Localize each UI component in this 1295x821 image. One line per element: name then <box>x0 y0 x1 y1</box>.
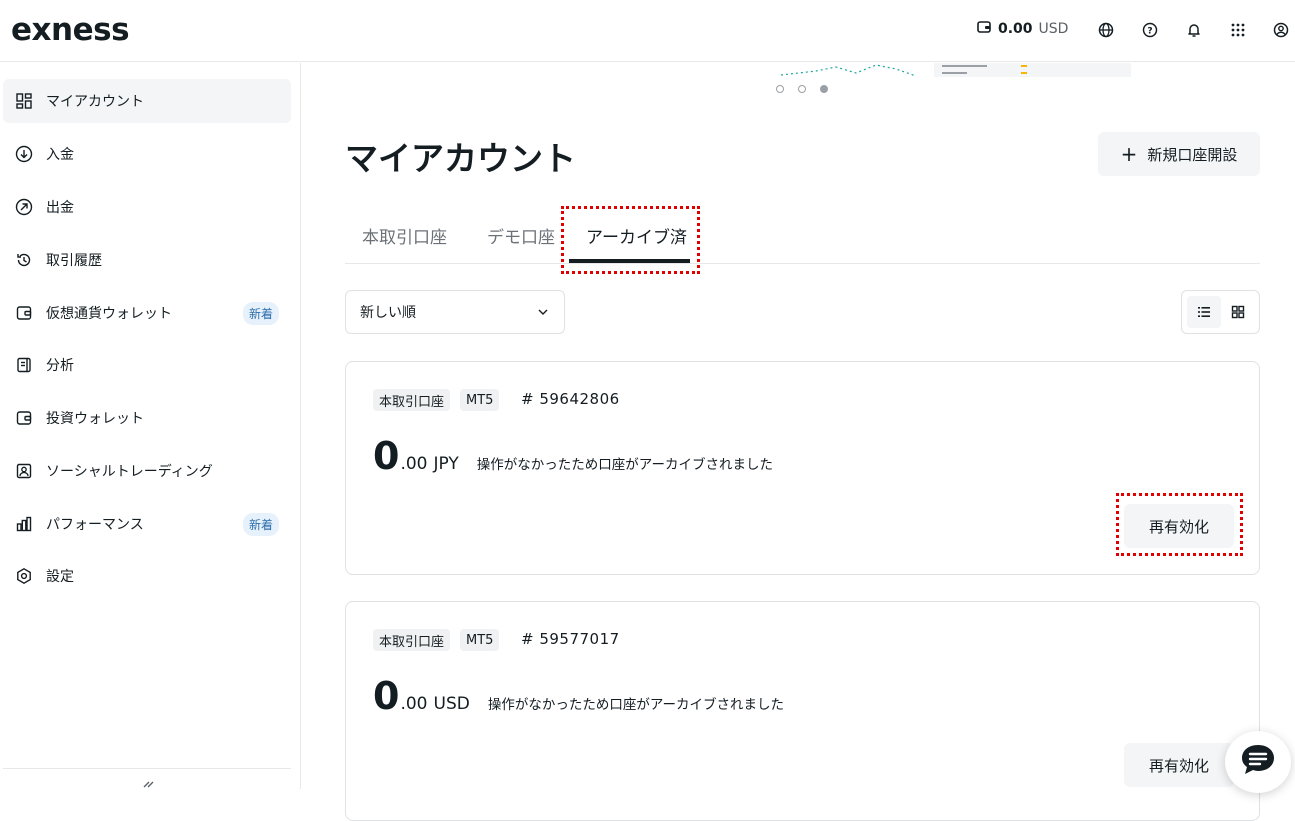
wallet-icon <box>14 303 34 323</box>
apps-grid-icon[interactable] <box>1228 20 1248 40</box>
carousel-dots <box>776 85 828 93</box>
sidebar-item-label: 投資ウォレット <box>46 411 144 427</box>
bar-chart-icon <box>14 514 34 534</box>
carousel-dot[interactable] <box>776 85 784 93</box>
history-icon <box>14 250 34 270</box>
globe-icon[interactable] <box>1096 20 1116 40</box>
archive-note: 操作がなかったため口座がアーカイブされました <box>487 697 785 713</box>
sidebar-item-label: 設定 <box>46 569 74 585</box>
chat-bubble-icon <box>1240 743 1276 781</box>
sidebar-item-label: マイアカウント <box>46 94 144 110</box>
header-balance[interactable]: 0.00 USD <box>976 19 1068 39</box>
tab-demo-accounts[interactable]: デモ口座 <box>487 223 555 248</box>
sidebar-item-settings[interactable]: 設定 <box>3 554 291 598</box>
dashboard-icon <box>14 91 34 111</box>
account-number: # 59577017 <box>521 630 620 648</box>
settings-icon <box>14 566 34 586</box>
archive-note: 操作がなかったため口座がアーカイブされました <box>476 457 773 473</box>
open-new-account-button[interactable]: + 新規口座開設 <box>1098 132 1260 176</box>
sidebar-item-withdraw[interactable]: 出金 <box>3 185 291 229</box>
svg-text:?: ? <box>1147 27 1152 37</box>
sidebar-item-label: 入金 <box>46 147 74 163</box>
sidebar-item-label: 分析 <box>46 358 74 374</box>
sidebar-item-label: ソーシャルトレーディング <box>46 464 213 480</box>
sidebar-item-label: 仮想通貨ウォレット <box>46 306 172 322</box>
chat-support-button[interactable] <box>1225 731 1291 793</box>
balance-currency: USD <box>433 694 470 714</box>
sidebar-divider <box>3 768 291 769</box>
grid-view-icon[interactable] <box>1221 296 1255 328</box>
withdraw-icon <box>14 197 34 217</box>
sort-selected-value: 新しい順 <box>360 305 416 321</box>
plus-icon: + <box>1120 142 1138 166</box>
account-type-chip: 本取引口座 <box>373 389 451 411</box>
highlight-box-reactivate-button <box>1116 493 1243 556</box>
promo-banner-image[interactable] <box>776 62 1131 77</box>
list-view-icon[interactable] <box>1187 296 1221 328</box>
new-badge: 新着 <box>242 512 279 536</box>
account-number: # 59642806 <box>521 390 620 408</box>
platform-chip: MT5 <box>460 389 500 411</box>
analytics-icon <box>14 355 34 375</box>
account-type-chip: 本取引口座 <box>373 629 451 651</box>
wallet-icon <box>14 408 34 428</box>
bell-icon[interactable] <box>1184 20 1204 40</box>
sidebar-item-performance[interactable]: パフォーマンス 新着 <box>3 502 291 546</box>
sidebar-item-investment-wallet[interactable]: 投資ウォレット <box>3 396 291 440</box>
sidebar-item-label: パフォーマンス <box>46 517 144 533</box>
balance-decimal: .00 <box>400 454 428 474</box>
account-tabs: 本取引口座 デモ口座 アーカイブ済 <box>345 205 1260 264</box>
new-badge: 新着 <box>242 301 279 325</box>
balance-amount: 0.00 <box>998 21 1033 37</box>
reactivate-button[interactable]: 再有効化 <box>1124 743 1234 787</box>
highlight-box-archived-tab <box>561 206 700 274</box>
collapse-sidebar-icon[interactable] <box>140 774 154 792</box>
deposit-icon <box>14 144 34 164</box>
sidebar: マイアカウント 入金 出金 取引履歴 仮想通貨ウォレット 新着 分析 投資ウォレ… <box>0 63 301 789</box>
balance-currency: USD <box>1038 21 1069 37</box>
sidebar-item-trade-history[interactable]: 取引履歴 <box>3 238 291 282</box>
page-title: マイアカウント <box>345 139 576 178</box>
carousel-dot-active[interactable] <box>820 85 828 93</box>
social-trading-icon <box>14 461 34 481</box>
sidebar-item-my-account[interactable]: マイアカウント <box>3 79 291 123</box>
sidebar-item-deposit[interactable]: 入金 <box>3 132 291 176</box>
sidebar-item-crypto-wallet[interactable]: 仮想通貨ウォレット 新着 <box>3 291 291 335</box>
sidebar-item-label: 出金 <box>46 200 74 216</box>
balance-decimal: .00 <box>400 694 428 714</box>
sidebar-item-social-trading[interactable]: ソーシャルトレーディング <box>3 449 291 493</box>
balance-currency: JPY <box>433 454 459 474</box>
account-balance: 0 .00 JPY 操作がなかったため口座がアーカイブされました <box>373 434 773 478</box>
help-icon[interactable]: ? <box>1140 20 1160 40</box>
tab-real-accounts[interactable]: 本取引口座 <box>362 223 447 248</box>
view-toggle <box>1181 290 1260 334</box>
profile-icon[interactable] <box>1271 20 1291 40</box>
open-new-account-label: 新規口座開設 <box>1147 145 1238 164</box>
exness-logo[interactable]: exness <box>11 12 130 48</box>
account-balance: 0 .00 USD 操作がなかったため口座がアーカイブされました <box>373 674 784 718</box>
carousel-dot[interactable] <box>798 85 806 93</box>
chevron-down-icon <box>536 305 550 319</box>
sidebar-item-label: 取引履歴 <box>46 253 102 269</box>
top-header: exness 0.00 USD ? <box>0 0 1295 62</box>
account-card[interactable]: 本取引口座 MT5 # 59577017 0 .00 USD 操作がなかったため… <box>345 601 1260 821</box>
balance-integer: 0 <box>373 674 400 718</box>
sidebar-item-analytics[interactable]: 分析 <box>3 343 291 387</box>
sort-dropdown[interactable]: 新しい順 <box>345 290 565 334</box>
balance-integer: 0 <box>373 434 400 478</box>
platform-chip: MT5 <box>460 629 500 651</box>
wallet-icon <box>976 19 992 39</box>
